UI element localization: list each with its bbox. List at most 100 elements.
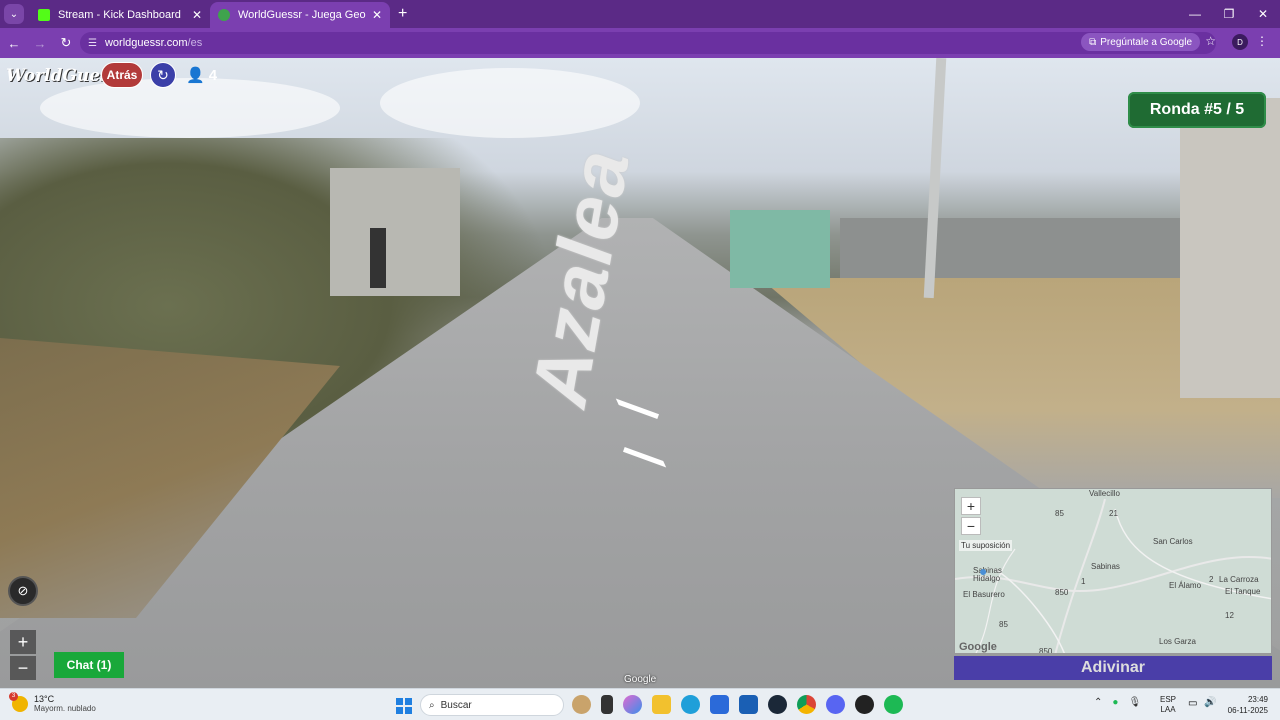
window-controls: — ❐ ✕ <box>1178 0 1280 28</box>
profile-avatar[interactable]: D <box>1232 34 1248 50</box>
map-place: El Basurero <box>963 590 1005 599</box>
route-number: 85 <box>999 620 1008 629</box>
widgets-icon[interactable] <box>572 695 591 714</box>
close-icon[interactable]: ✕ <box>372 8 382 22</box>
steam-icon[interactable] <box>768 695 787 714</box>
map-place: El Álamo <box>1169 581 1202 590</box>
minimize-icon[interactable]: — <box>1178 0 1212 28</box>
chrome-icon[interactable] <box>797 695 816 714</box>
house-green <box>730 210 830 288</box>
chat-button[interactable]: Chat (1) <box>54 652 124 678</box>
map-place: Vallecillo <box>1089 489 1120 498</box>
guess-button[interactable]: Adivinar <box>954 656 1272 680</box>
window-close-icon[interactable]: ✕ <box>1246 0 1280 28</box>
weather-desc: Mayorm. nublado <box>34 704 96 713</box>
ask-google-button[interactable]: ⧉ Pregúntale a Google <box>1081 33 1200 51</box>
round-indicator: Ronda #5 / 5 <box>1128 92 1266 128</box>
cloud <box>40 78 340 138</box>
date: 06-11-2025 <box>1227 706 1268 715</box>
spotify-icon[interactable] <box>884 695 903 714</box>
copilot-icon[interactable] <box>623 695 642 714</box>
store-icon[interactable] <box>710 695 729 714</box>
door <box>370 228 386 288</box>
tab-kick[interactable]: Stream - Kick Dashboard ✕ <box>30 2 210 28</box>
refresh-icon[interactable]: ↻ <box>150 62 176 88</box>
url-field[interactable]: ☰ worldguessr.com/es <box>80 32 1216 54</box>
map-place: La Carroza <box>1219 575 1259 584</box>
compass-icon[interactable]: ⊘ <box>8 576 38 606</box>
weather-sun-icon: 3 <box>9 691 28 712</box>
zoom-in-button[interactable]: + <box>10 630 36 654</box>
guess-hint: Tu suposición <box>959 540 1013 551</box>
route-number: 12 <box>1225 611 1234 620</box>
route-number: 1 <box>1081 577 1086 586</box>
close-icon[interactable]: ✕ <box>192 8 202 22</box>
map-zoom-in-button[interactable]: + <box>961 497 981 515</box>
pillar <box>1180 98 1280 398</box>
bookmark-star-icon[interactable]: ☆ <box>1205 34 1216 48</box>
tab-search-icon[interactable]: ⌄ <box>4 4 24 24</box>
new-tab-icon[interactable]: + <box>398 5 407 23</box>
weather-widget[interactable]: 3 13°C Mayorm. nublado <box>9 691 96 713</box>
search-icon: ⌕ <box>429 699 435 711</box>
back-button[interactable]: Atrás <box>101 62 143 88</box>
pinned-apps <box>572 695 903 714</box>
restore-icon[interactable]: ❐ <box>1212 0 1246 28</box>
weather-badge: 3 <box>9 691 18 701</box>
map-google-logo: Google <box>959 641 997 653</box>
microphone-icon[interactable]: 🎙 <box>1128 697 1141 708</box>
temperature: 13°C <box>34 694 55 704</box>
discord-icon[interactable] <box>826 695 845 714</box>
forward-arrow-icon[interactable]: → <box>28 36 52 51</box>
system-tray: ⌃ ● 🎙 <box>1094 697 1141 708</box>
kick-favicon-icon <box>38 9 50 21</box>
spotify-tray-icon[interactable]: ● <box>1112 697 1118 708</box>
language-indicator[interactable]: ESP LAA <box>1160 695 1176 715</box>
menu-kebab-icon[interactable]: ⋮ <box>1256 34 1268 48</box>
map-place: Sabinas <box>1091 562 1120 571</box>
windows-start-icon[interactable] <box>396 698 412 714</box>
tab-worldguessr[interactable]: WorldGuessr - Juega GeoGuessr ✕ <box>210 2 390 28</box>
task-view-icon[interactable] <box>601 695 613 714</box>
outlook-icon[interactable] <box>739 695 758 714</box>
route-number: 21 <box>1109 509 1118 518</box>
edge-icon[interactable] <box>681 695 700 714</box>
url-host: worldguessr.com <box>104 37 188 49</box>
route-number: 2 <box>1209 575 1214 584</box>
app-icon[interactable] <box>855 695 874 714</box>
chevron-up-icon[interactable]: ⌃ <box>1094 697 1102 708</box>
players-count-value: 4 <box>208 66 218 84</box>
site-info-icon[interactable]: ☰ <box>88 38 97 49</box>
tab-title: Stream - Kick Dashboard <box>58 9 181 21</box>
map-zoom-out-button[interactable]: − <box>961 517 981 535</box>
street-view[interactable]: Azalea WorldGuessr Atrás ↻ 👤 4 Ronda #5 /… <box>0 58 1280 688</box>
route-number: 850 <box>1055 588 1069 597</box>
clock[interactable]: 23:49 06-11-2025 <box>1226 694 1268 716</box>
url-path: /es <box>187 37 203 49</box>
volume-icon[interactable]: 🔊 <box>1204 697 1216 708</box>
back-arrow-icon[interactable]: ← <box>2 36 26 51</box>
network-icon[interactable]: ▭ <box>1188 698 1197 709</box>
map-place: Los Garza <box>1159 637 1196 646</box>
taskbar: 3 13°C Mayorm. nublado ⌕ Buscar ⌃ ● 🎙 ESP… <box>0 688 1280 720</box>
lang-top: ESP <box>1160 695 1177 704</box>
house-left <box>330 168 460 296</box>
file-explorer-icon[interactable] <box>652 695 671 714</box>
route-number: 850 <box>1039 647 1053 654</box>
zoom-out-button[interactable]: − <box>10 656 36 680</box>
tab-strip: ⌄ Stream - Kick Dashboard ✕ WorldGuessr … <box>0 0 1280 28</box>
map-place: El Tanque <box>1225 587 1261 596</box>
google-watermark: Google <box>624 674 657 685</box>
location-pin-icon: ● <box>979 563 988 579</box>
route-number: 85 <box>1055 509 1064 518</box>
cloud <box>380 68 640 138</box>
players-count: 👤 4 <box>186 66 218 85</box>
taskbar-search[interactable]: ⌕ Buscar <box>420 694 564 716</box>
search-placeholder: Buscar <box>440 699 472 711</box>
lens-icon: ⧉ <box>1089 36 1097 48</box>
user-icon: 👤 <box>186 67 205 84</box>
guess-map[interactable]: + − Tu suposición Vallecillo San Carlos … <box>954 488 1272 654</box>
ask-google-label: Pregúntale a Google <box>1100 36 1192 48</box>
reload-icon[interactable]: ↻ <box>54 35 78 51</box>
tab-title: WorldGuessr - Juega GeoGuessr <box>238 9 366 21</box>
